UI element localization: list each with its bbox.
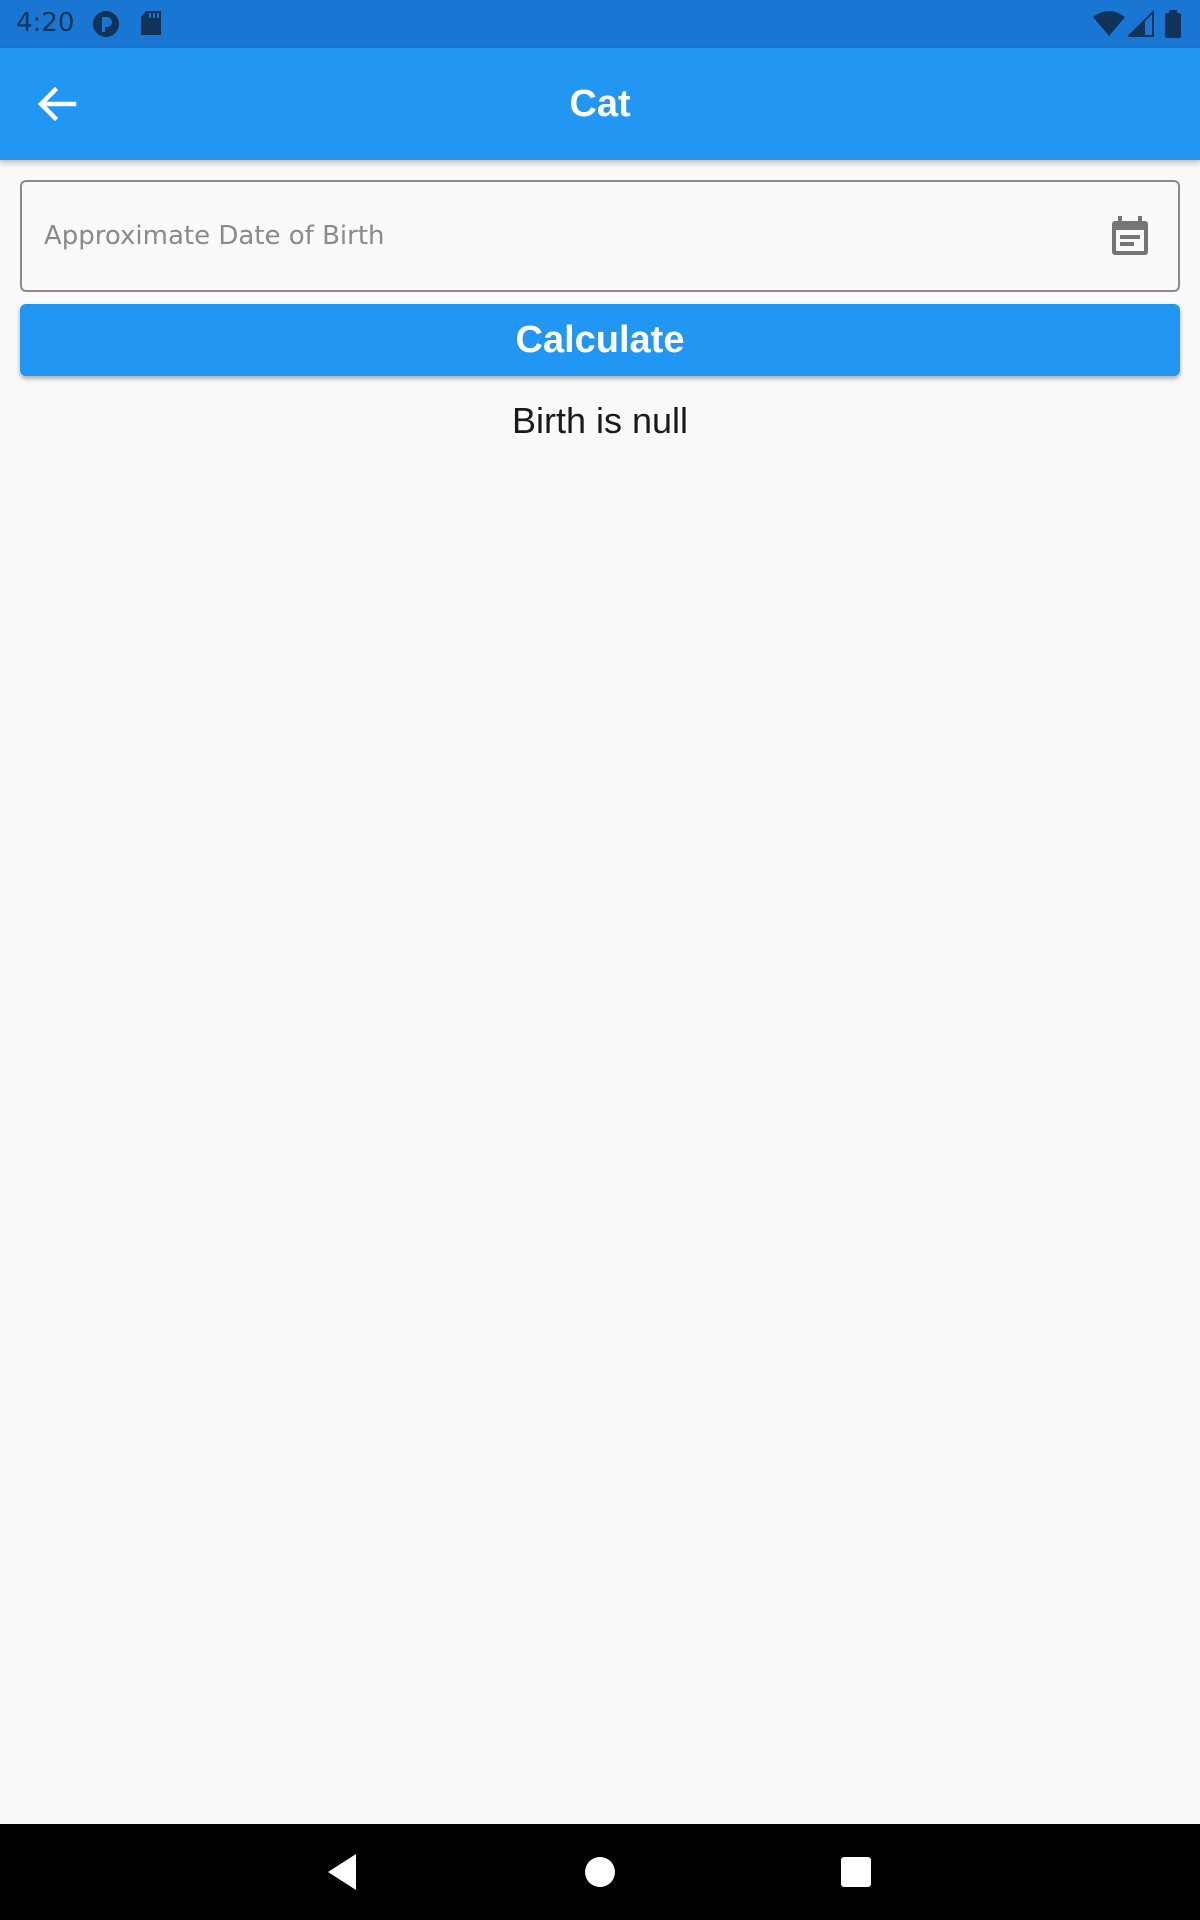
recents-square-icon[interactable] xyxy=(830,1846,882,1898)
sd-card-icon xyxy=(141,11,161,35)
wifi-icon xyxy=(1093,11,1125,36)
back-triangle-icon[interactable] xyxy=(316,1846,368,1898)
system-nav-bar xyxy=(0,1824,1200,1920)
app-bar: Cat xyxy=(0,48,1200,160)
page-title: Cat xyxy=(569,83,631,125)
calendar-icon[interactable] xyxy=(1108,214,1152,258)
notification-app-icon xyxy=(93,11,119,37)
calculate-button[interactable]: Calculate xyxy=(20,304,1180,376)
date-of-birth-field[interactable] xyxy=(20,180,1180,292)
status-bar: 4:20 xyxy=(0,0,1200,48)
arrow-back-icon xyxy=(37,86,77,122)
result-text: Birth is null xyxy=(511,400,689,441)
date-of-birth-input[interactable] xyxy=(44,182,1084,290)
back-button[interactable] xyxy=(28,76,84,132)
cell-signal-icon xyxy=(1128,10,1154,37)
home-circle-icon[interactable] xyxy=(574,1846,626,1898)
status-time: 4:20 xyxy=(16,8,75,38)
battery-icon xyxy=(1165,10,1181,38)
